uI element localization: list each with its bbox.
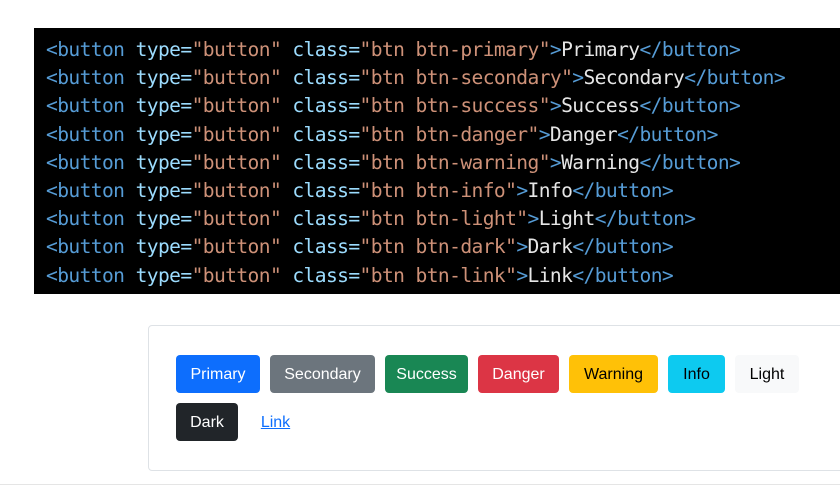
- success-button[interactable]: Success: [385, 355, 468, 393]
- button-preview-panel: Primary Secondary Success Danger Warning…: [148, 325, 840, 471]
- code-attr: class=: [292, 207, 360, 231]
- code-tag-open: <button: [46, 207, 125, 231]
- code-attr: class=: [292, 235, 360, 259]
- code-string: "button": [191, 235, 282, 259]
- code-string: "button": [191, 150, 282, 174]
- code-line: <button type="button" class="btn btn-lin…: [46, 262, 840, 290]
- code-attr: type=: [135, 122, 193, 146]
- code-attr: type=: [135, 66, 193, 90]
- code-text: Secondary: [583, 66, 685, 90]
- code-tag-open: <button: [46, 150, 125, 174]
- light-button[interactable]: Light: [735, 355, 799, 393]
- code-text: Info: [527, 178, 573, 202]
- code-tag-close: </button>: [594, 207, 696, 231]
- code-bracket: >: [549, 38, 562, 61]
- code-tag-close: </button>: [572, 178, 674, 202]
- code-text: Warning: [561, 150, 640, 174]
- code-text: Success: [561, 94, 640, 118]
- code-text: Link: [527, 263, 573, 287]
- code-tag-close: </button>: [684, 66, 786, 90]
- code-line: <button type="button" class="btn btn-war…: [46, 149, 840, 177]
- code-string: "btn btn-warning": [359, 150, 551, 174]
- dark-button[interactable]: Dark: [176, 403, 238, 441]
- code-line: <button type="button" class="btn btn-suc…: [46, 92, 840, 120]
- code-line: <button type="button" class="btn btn-sec…: [46, 64, 840, 92]
- code-string: "button": [191, 263, 282, 287]
- code-tag-close: </button>: [572, 235, 674, 259]
- code-attr: type=: [135, 150, 193, 174]
- code-attr: type=: [135, 263, 193, 287]
- code-attr: type=: [135, 178, 193, 202]
- code-bracket: >: [516, 178, 528, 202]
- code-attr: class=: [292, 122, 360, 146]
- code-line: <button type="button" class="btn btn-dan…: [46, 121, 840, 149]
- code-line: <button type="button" class="btn btn-pri…: [46, 36, 840, 64]
- divider: [0, 484, 840, 485]
- code-bracket: >: [549, 94, 562, 118]
- code-tag-open: <button: [46, 235, 125, 259]
- code-attr: type=: [135, 235, 193, 259]
- code-attr: type=: [135, 38, 193, 61]
- code-line: <button type="button" class="btn btn-inf…: [46, 177, 840, 205]
- code-tag-open: <button: [46, 263, 125, 287]
- code-string: "button": [191, 66, 282, 90]
- code-attr: class=: [292, 178, 360, 202]
- code-string: "btn btn-link": [359, 263, 517, 287]
- code-tag-open: <button: [46, 122, 125, 146]
- code-string: "button": [191, 122, 282, 146]
- code-string: "btn btn-secondary": [359, 66, 573, 90]
- code-attr: type=: [135, 207, 193, 231]
- code-snippet: <button type="button" class="btn btn-pri…: [34, 28, 840, 294]
- code-string: "btn btn-light": [359, 207, 529, 231]
- code-string: "btn btn-danger": [359, 122, 540, 146]
- code-bracket: >: [572, 66, 584, 90]
- code-attr: class=: [292, 150, 360, 174]
- code-bracket: >: [527, 207, 540, 231]
- warning-button[interactable]: Warning: [569, 355, 658, 393]
- code-string: "btn btn-primary": [359, 38, 551, 61]
- link-button[interactable]: Link: [248, 403, 303, 441]
- code-attr: class=: [292, 66, 360, 90]
- code-tag-close: </button>: [639, 150, 741, 174]
- primary-button[interactable]: Primary: [176, 355, 260, 393]
- code-text: Primary: [561, 38, 640, 61]
- code-bracket: >: [549, 150, 562, 174]
- secondary-button[interactable]: Secondary: [270, 355, 375, 393]
- code-tag-close: </button>: [572, 263, 674, 287]
- code-string: "btn btn-info": [359, 178, 517, 202]
- code-string: "button": [191, 207, 282, 231]
- code-string: "button": [191, 38, 282, 61]
- code-tag-close: </button>: [639, 94, 741, 118]
- code-string: "button": [191, 94, 282, 118]
- code-attr: class=: [292, 94, 360, 118]
- danger-button[interactable]: Danger: [478, 355, 559, 393]
- code-line: <button type="button" class="btn btn-dar…: [46, 233, 840, 261]
- code-bracket: >: [516, 263, 528, 287]
- code-string: "button": [191, 178, 282, 202]
- code-tag-close: </button>: [617, 122, 718, 146]
- code-string: "btn btn-dark": [359, 235, 517, 259]
- code-line: <button type="button" class="btn btn-lig…: [46, 205, 840, 233]
- info-button[interactable]: Info: [668, 355, 725, 393]
- code-tag-open: <button: [46, 178, 125, 202]
- code-bracket: >: [516, 235, 528, 259]
- code-text: Dark: [527, 235, 573, 259]
- code-text: Light: [538, 207, 596, 231]
- code-tag-open: <button: [46, 66, 125, 90]
- code-bracket: >: [538, 122, 551, 146]
- code-tag-open: <button: [46, 94, 125, 118]
- code-attr: class=: [292, 38, 360, 61]
- code-tag-close: </button>: [639, 38, 741, 61]
- code-attr: class=: [292, 263, 360, 287]
- code-tag-open: <button: [46, 38, 125, 61]
- code-string: "btn btn-success": [359, 94, 551, 118]
- code-attr: type=: [135, 94, 193, 118]
- code-text: Danger: [549, 122, 618, 146]
